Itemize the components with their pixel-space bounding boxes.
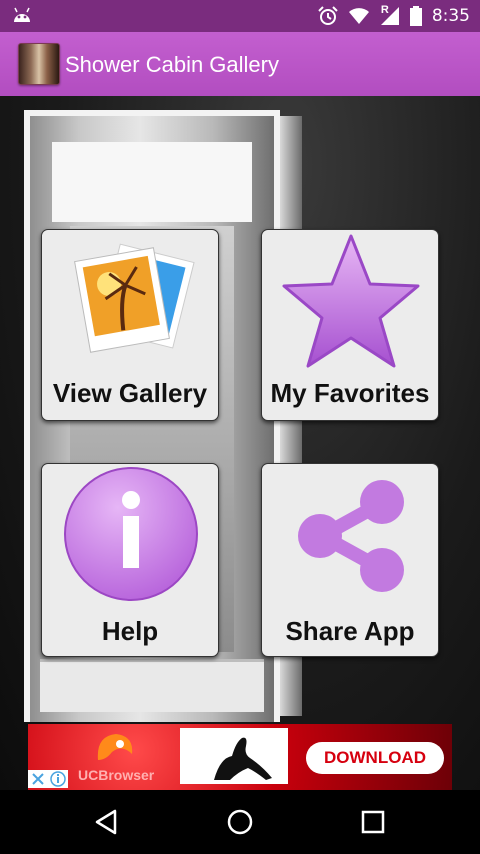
ucbrowser-name: UCBrowser: [78, 767, 155, 783]
close-icon[interactable]: [29, 770, 47, 788]
ucbrowser-logo-icon: [97, 734, 133, 760]
share-icon: [298, 480, 404, 592]
share-app-label: Share App: [285, 616, 415, 646]
my-favorites-label: My Favorites: [270, 378, 430, 408]
adchoices-icon[interactable]: [49, 770, 67, 788]
shower-cabin-app-icon: [18, 43, 60, 85]
navigation-bar: [0, 790, 480, 854]
ad-choices[interactable]: [28, 770, 68, 788]
ad-banner[interactable]: UCBrowser DOWNLOAD: [28, 724, 452, 790]
alarm-icon: [318, 6, 338, 25]
app-title: Shower Cabin Gallery: [65, 52, 279, 77]
photos-icon: [74, 243, 195, 353]
help-label: Help: [101, 616, 159, 646]
home-icon[interactable]: [224, 806, 256, 838]
view-gallery-button[interactable]: View Gallery: [41, 229, 219, 421]
wifi-icon: [348, 8, 369, 24]
back-icon[interactable]: [91, 806, 123, 838]
android-icon: [14, 7, 30, 22]
battery-icon: [409, 6, 422, 26]
share-app-button[interactable]: Share App: [261, 463, 439, 657]
app-bar: Shower Cabin Gallery: [0, 32, 480, 96]
ad-image: [180, 728, 288, 784]
ad-silhouette-image: [214, 737, 272, 780]
clock: 8:35: [431, 6, 470, 26]
info-icon: [64, 467, 198, 601]
star-icon: [282, 234, 420, 368]
view-gallery-label: View Gallery: [52, 378, 208, 408]
status-bar: R 8:35: [0, 0, 480, 32]
network-type-label: R: [380, 4, 389, 16]
my-favorites-button[interactable]: My Favorites: [261, 229, 439, 421]
recents-icon[interactable]: [357, 806, 389, 838]
help-button[interactable]: Help: [41, 463, 219, 657]
ad-download-button[interactable]: DOWNLOAD: [306, 742, 444, 774]
main-content: [0, 96, 480, 790]
